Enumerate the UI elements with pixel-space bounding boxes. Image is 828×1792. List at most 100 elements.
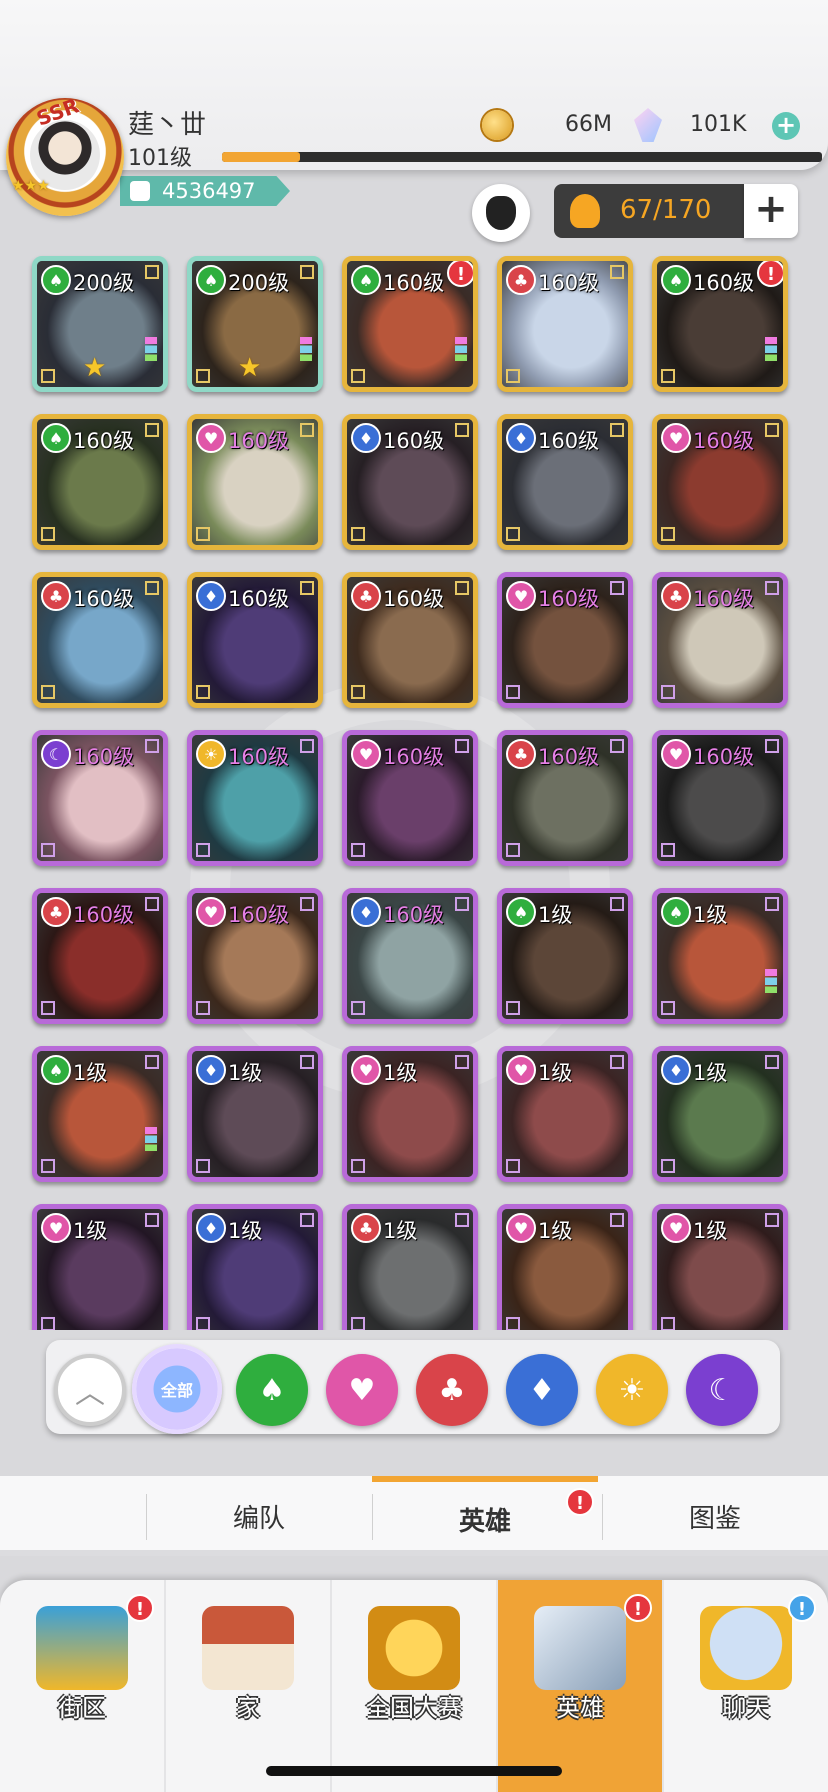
player-level: 101级 (128, 146, 192, 171)
hero-card[interactable]: ♠ 160级! (342, 256, 478, 392)
tab-codex[interactable]: 图鉴 (602, 1476, 828, 1556)
skill-bars-icon (145, 1127, 157, 1151)
frame-corner (196, 843, 210, 857)
frame-corner (145, 265, 159, 279)
hero-card[interactable]: ♥ 1级 (32, 1204, 168, 1330)
hero-card[interactable]: ♣ 160级 (32, 888, 168, 1024)
hero-level: 1级 (693, 903, 728, 927)
hero-level: 200级 (73, 271, 135, 295)
alert-badge-icon: ! (624, 1594, 652, 1622)
hero-card[interactable]: ♦ 1级 (187, 1204, 323, 1330)
expand-roster-button[interactable]: + (744, 184, 798, 238)
player-avatar[interactable]: SSR ★★★ (6, 93, 124, 216)
hero-level: 160级 (538, 587, 600, 611)
hero-level: 1级 (538, 1061, 573, 1085)
frame-corner (196, 1317, 210, 1330)
hero-card[interactable]: ♥ 1级 (497, 1046, 633, 1182)
hero-card[interactable]: ☾ 160级 (32, 730, 168, 866)
hero-card[interactable]: ♦ 160级 (342, 888, 478, 1024)
hero-card[interactable]: ♥ 1级 (652, 1204, 788, 1330)
filter-purple-moon-icon[interactable]: ☾ (686, 1354, 758, 1426)
combat-power: 4536497 (120, 176, 290, 206)
hero-level: 160级 (73, 587, 135, 611)
hero-card[interactable]: ♠ 1级 (497, 888, 633, 1024)
hero-grid: ♠ 200级 ★ ♠ 200级 ★ ♠ 160级! ♣ 160级 ♠ 160级! ♠ 160级 ♥ 160级 ♦… (32, 256, 788, 1330)
hero-level: 160级 (383, 271, 445, 295)
filter-all-button[interactable]: 全部 (132, 1344, 222, 1434)
hero-card[interactable]: ♥ 1级 (497, 1204, 633, 1330)
hero-cards-icon (534, 1606, 626, 1690)
fist-icon (130, 181, 150, 201)
hero-card[interactable]: ♦ 160级 (497, 414, 633, 550)
nav-heroes-label: 英雄 (556, 1694, 604, 1722)
blue-element-icon: ♦ (196, 1213, 226, 1243)
hero-card[interactable]: ♣ 160级 (497, 730, 633, 866)
tab-heroes[interactable]: 英雄 (372, 1476, 598, 1556)
frame-corner (41, 1159, 55, 1173)
collapse-up-icon[interactable]: ︿ (54, 1354, 126, 1426)
trophy-icon (368, 1606, 460, 1690)
alert-badge-icon: ! (757, 261, 783, 287)
frame-corner (610, 1055, 624, 1069)
hero-card[interactable]: ♠ 200级 ★ (32, 256, 168, 392)
hero-card[interactable]: ♠ 1级 (32, 1046, 168, 1182)
filter-pink-heart-icon[interactable]: ♥ (326, 1354, 398, 1426)
filter-blue-diamond-icon[interactable]: ♦ (506, 1354, 578, 1426)
hero-card[interactable]: ♣ 160级 (342, 572, 478, 708)
hero-card[interactable]: ♣ 160级 (32, 572, 168, 708)
hero-grid-area[interactable]: ♠ 200级 ★ ♠ 200级 ★ ♠ 160级! ♣ 160级 ♠ 160级! ♠ 160级 ♥ 160级 ♦… (0, 250, 828, 1330)
hero-card[interactable]: ♥ 160级 (652, 414, 788, 550)
red-element-icon: ♣ (506, 739, 536, 769)
hero-card[interactable]: ♥ 1级 (342, 1046, 478, 1182)
hero-card[interactable]: ☀ 160级 (187, 730, 323, 866)
hero-card[interactable]: ♠ 1级 (652, 888, 788, 1024)
filter-gold-sun-icon[interactable]: ☀ (596, 1354, 668, 1426)
hero-card[interactable]: ♥ 160级 (497, 572, 633, 708)
hero-card[interactable]: ♠ 200级 ★ (187, 256, 323, 392)
frame-corner (506, 1001, 520, 1015)
bottom-navigation: 街区 ! 家 全国大赛 英雄 ! 聊天 ! (0, 1580, 828, 1792)
hero-level: 1级 (693, 1061, 728, 1085)
nav-national-contest[interactable]: 全国大赛 (332, 1580, 496, 1792)
hero-card[interactable]: ♥ 160级 (652, 730, 788, 866)
blue-element-icon: ♦ (351, 423, 381, 453)
pink-element-icon: ♥ (661, 739, 691, 769)
gold-element-icon: ☀ (196, 739, 226, 769)
hero-card[interactable]: ♣ 1级 (342, 1204, 478, 1330)
green-element-icon: ♠ (351, 265, 381, 295)
hero-class-icon[interactable] (472, 184, 530, 242)
hero-card[interactable]: ♦ 160级 (342, 414, 478, 550)
hero-level: 1级 (73, 1219, 108, 1243)
hero-card[interactable]: ♠ 160级 (32, 414, 168, 550)
frame-corner (506, 685, 520, 699)
filter-green-spade-icon[interactable]: ♠ (236, 1354, 308, 1426)
frame-corner (610, 581, 624, 595)
hero-level: 1级 (383, 1061, 418, 1085)
frame-corner (506, 843, 520, 857)
add-gems-button[interactable]: + (772, 112, 800, 140)
hero-card[interactable]: ♦ 160级 (187, 572, 323, 708)
hero-card[interactable]: ♦ 1级 (652, 1046, 788, 1182)
frame-corner (300, 265, 314, 279)
pink-element-icon: ♥ (506, 581, 536, 611)
tab-formation[interactable]: 编队 (146, 1476, 372, 1556)
frame-corner (506, 1317, 520, 1330)
hero-card[interactable]: ♥ 160级 (187, 888, 323, 1024)
tab-codex-label: 图鉴 (688, 1503, 741, 1534)
hero-card[interactable]: ♣ 160级 (652, 572, 788, 708)
hero-level: 160级 (538, 745, 600, 769)
hero-card[interactable]: ♥ 160级 (187, 414, 323, 550)
hero-level: 160级 (538, 429, 600, 453)
frame-corner (300, 1213, 314, 1227)
pink-element-icon: ♥ (661, 423, 691, 453)
green-element-icon: ♠ (661, 897, 691, 927)
hero-card[interactable]: ♥ 160级 (342, 730, 478, 866)
frame-corner (661, 1317, 675, 1330)
avatar-stars-icon: ★★★ (12, 178, 50, 194)
green-element-icon: ♠ (41, 1055, 71, 1085)
hero-card[interactable]: ♦ 1级 (187, 1046, 323, 1182)
filter-red-club-icon[interactable]: ♣ (416, 1354, 488, 1426)
nav-home[interactable]: 家 (166, 1580, 330, 1792)
hero-card[interactable]: ♠ 160级! (652, 256, 788, 392)
hero-card[interactable]: ♣ 160级 (497, 256, 633, 392)
